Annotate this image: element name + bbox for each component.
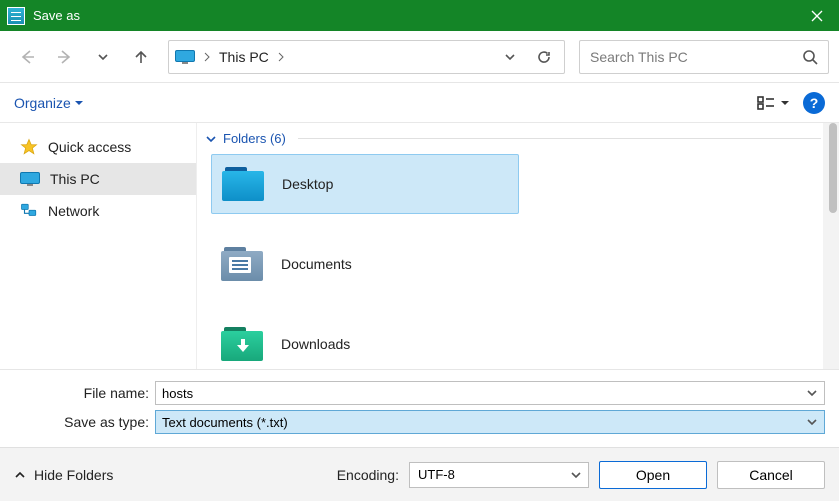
back-button[interactable] xyxy=(10,40,44,74)
sidebar-item-label: Network xyxy=(48,203,99,219)
hide-folders-button[interactable]: Hide Folders xyxy=(14,467,113,483)
navigation-row: This PC xyxy=(0,31,839,83)
address-history-button[interactable] xyxy=(496,43,524,71)
folder-icon xyxy=(222,167,264,201)
chevron-down-icon[interactable] xyxy=(806,387,818,399)
content-pane: Folders (6) Desktop xyxy=(197,123,839,369)
encoding-field[interactable]: UTF-8 xyxy=(409,462,589,488)
arrow-right-icon xyxy=(56,48,74,66)
search-box[interactable] xyxy=(579,40,829,74)
chevron-down-icon xyxy=(570,469,582,481)
app-icon xyxy=(7,7,25,25)
chevron-right-icon xyxy=(201,51,213,63)
scrollbar-thumb[interactable] xyxy=(829,123,837,213)
folder-icon xyxy=(221,327,263,361)
sidebar-item-network[interactable]: Network xyxy=(0,195,196,227)
group-header-folders[interactable]: Folders (6) xyxy=(205,131,821,146)
view-icon xyxy=(757,96,775,110)
save-type-field[interactable]: Text documents (*.txt) xyxy=(155,410,825,434)
sidebar-item-quick-access[interactable]: Quick access xyxy=(0,131,196,163)
file-name-label: File name: xyxy=(14,385,149,401)
recent-locations-button[interactable] xyxy=(86,40,120,74)
caret-down-icon xyxy=(781,99,789,107)
refresh-button[interactable] xyxy=(530,43,558,71)
download-arrow-icon xyxy=(236,339,250,353)
body: Quick access This PC Network Folders (6) xyxy=(0,123,839,369)
view-options-button[interactable] xyxy=(757,96,789,110)
hide-folders-label: Hide Folders xyxy=(34,467,113,483)
sidebar-item-label: Quick access xyxy=(48,139,131,155)
address-bar[interactable]: This PC xyxy=(168,40,565,74)
caret-down-icon xyxy=(75,99,83,107)
chevron-down-icon xyxy=(97,51,109,63)
organize-label: Organize xyxy=(14,95,71,111)
chevron-up-icon xyxy=(14,469,26,481)
encoding-value: UTF-8 xyxy=(418,467,455,482)
save-type-label: Save as type: xyxy=(14,414,149,430)
pc-icon xyxy=(20,172,40,186)
open-button[interactable]: Open xyxy=(599,461,707,489)
cancel-button[interactable]: Cancel xyxy=(717,461,825,489)
refresh-icon xyxy=(536,49,552,65)
folder-item-documents[interactable]: Documents xyxy=(211,234,519,294)
sidebar: Quick access This PC Network xyxy=(0,123,197,369)
arrow-up-icon xyxy=(132,48,150,66)
name-panel: File name: Save as type: Text documents … xyxy=(0,369,839,447)
titlebar: Save as xyxy=(0,0,839,31)
save-type-value: Text documents (*.txt) xyxy=(162,415,288,430)
chevron-down-icon xyxy=(504,51,516,63)
folder-grid: Desktop Documents xyxy=(205,154,821,369)
chevron-down-icon xyxy=(205,133,217,145)
toolbar: Organize ? xyxy=(0,83,839,123)
file-name-input[interactable] xyxy=(162,386,818,401)
search-icon xyxy=(802,49,818,65)
network-icon xyxy=(20,202,38,220)
chevron-down-icon xyxy=(806,416,818,428)
star-icon xyxy=(20,138,38,156)
encoding-label: Encoding: xyxy=(337,467,399,483)
sidebar-item-label: This PC xyxy=(50,171,100,187)
footer: Hide Folders Encoding: UTF-8 Open Cancel xyxy=(0,447,839,501)
breadcrumb[interactable]: This PC xyxy=(219,49,269,65)
arrow-left-icon xyxy=(18,48,36,66)
help-button[interactable]: ? xyxy=(803,92,825,114)
close-button[interactable] xyxy=(794,0,839,31)
pc-icon xyxy=(175,50,195,64)
file-name-field[interactable] xyxy=(155,381,825,405)
forward-button[interactable] xyxy=(48,40,82,74)
group-label: Folders (6) xyxy=(223,131,286,146)
folder-item-desktop[interactable]: Desktop xyxy=(211,154,519,214)
folder-icon xyxy=(221,247,263,281)
folder-label: Documents xyxy=(281,256,352,272)
save-as-dialog: Save as This PC xyxy=(0,0,839,501)
cancel-label: Cancel xyxy=(749,467,793,483)
open-label: Open xyxy=(636,467,670,483)
window-title: Save as xyxy=(33,8,80,23)
organize-menu[interactable]: Organize xyxy=(14,95,83,111)
folder-label: Desktop xyxy=(282,176,333,192)
close-icon xyxy=(811,10,823,22)
up-button[interactable] xyxy=(124,40,158,74)
sidebar-item-this-pc[interactable]: This PC xyxy=(0,163,196,195)
vertical-scrollbar[interactable] xyxy=(823,123,839,369)
search-input[interactable] xyxy=(590,49,802,65)
help-label: ? xyxy=(810,95,819,111)
chevron-right-icon[interactable] xyxy=(275,51,287,63)
folder-label: Downloads xyxy=(281,336,350,352)
folder-item-downloads[interactable]: Downloads xyxy=(211,314,519,369)
